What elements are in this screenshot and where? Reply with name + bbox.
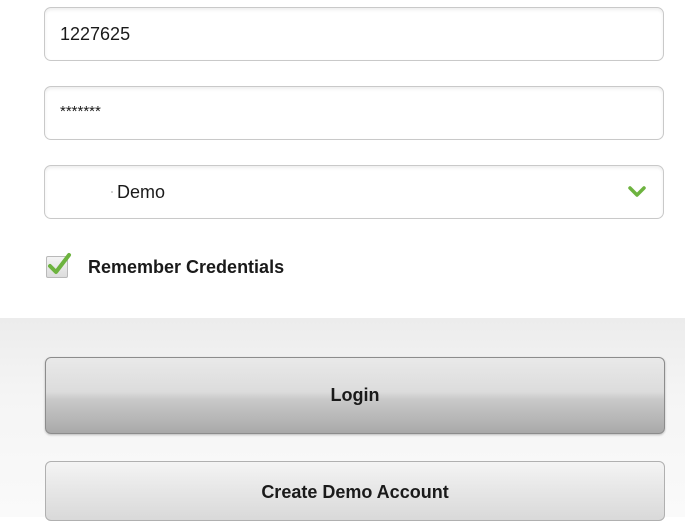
checkmark-icon [48, 253, 71, 274]
password-field[interactable]: ******* [44, 86, 664, 140]
server-select[interactable]: Demo [44, 165, 664, 219]
server-selected-value: Demo [117, 182, 166, 202]
login-button[interactable]: Login [45, 357, 665, 434]
create-demo-account-button[interactable]: Create Demo Account [45, 461, 665, 521]
select-dot [111, 191, 113, 193]
username-field[interactable]: 1227625 [44, 7, 664, 61]
username-value: 1227625 [60, 24, 131, 44]
remember-credentials[interactable]: Remember Credentials [46, 247, 284, 287]
password-value: ******* [60, 103, 101, 120]
chevron-down-icon[interactable] [627, 182, 647, 202]
remember-checkbox[interactable] [46, 253, 71, 278]
remember-label: Remember Credentials [88, 256, 285, 277]
